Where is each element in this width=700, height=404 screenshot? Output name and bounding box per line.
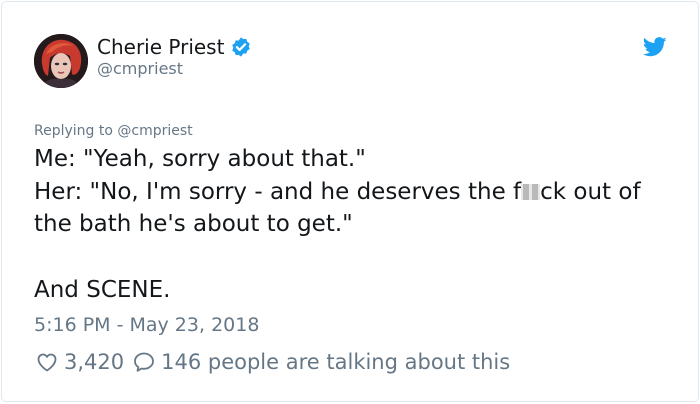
author-handle[interactable]: @cmpriest <box>97 59 252 79</box>
tweet-line-1: Me: "Yeah, sorry about that." <box>34 146 366 172</box>
tweet-line-2-end: ck out of <box>540 178 641 205</box>
like-count[interactable]: 3,420 <box>64 348 124 376</box>
heart-icon[interactable] <box>35 350 59 374</box>
twitter-bird-icon[interactable] <box>642 37 667 57</box>
tweet-line-2: Her: "No, I'm sorry - and he deserves th… <box>34 176 674 209</box>
author-block: Cherie Priest @cmpriest <box>97 34 252 79</box>
speech-bubble-icon[interactable] <box>132 350 156 374</box>
talking-about-text[interactable]: 146 people are talking about this <box>161 348 510 376</box>
censor-mark <box>521 183 541 200</box>
tweet-line-4: And SCENE. <box>34 276 171 303</box>
tweet-text: Me: "Yeah, sorry about that." Her: "No, … <box>34 143 674 306</box>
tweet-line-3: the bath he's about to get." <box>34 211 353 237</box>
tweet-card: Cherie Priest @cmpriest Replying to @cmp… <box>1 1 699 402</box>
author-display-name[interactable]: Cherie Priest <box>97 34 224 60</box>
verified-badge-icon <box>230 36 252 58</box>
tweet-timestamp[interactable]: 5:16 PM - May 23, 2018 <box>34 312 259 338</box>
replying-to[interactable]: Replying to @cmpriest <box>34 122 193 140</box>
tweet-actions: 3,420 146 people are talking about this <box>35 348 510 376</box>
avatar[interactable] <box>34 34 88 88</box>
tweet-line-2-start: Her: "No, I'm sorry - and he deserves th… <box>34 178 522 205</box>
author-name-row: Cherie Priest <box>97 34 252 60</box>
avatar-image <box>34 34 88 88</box>
